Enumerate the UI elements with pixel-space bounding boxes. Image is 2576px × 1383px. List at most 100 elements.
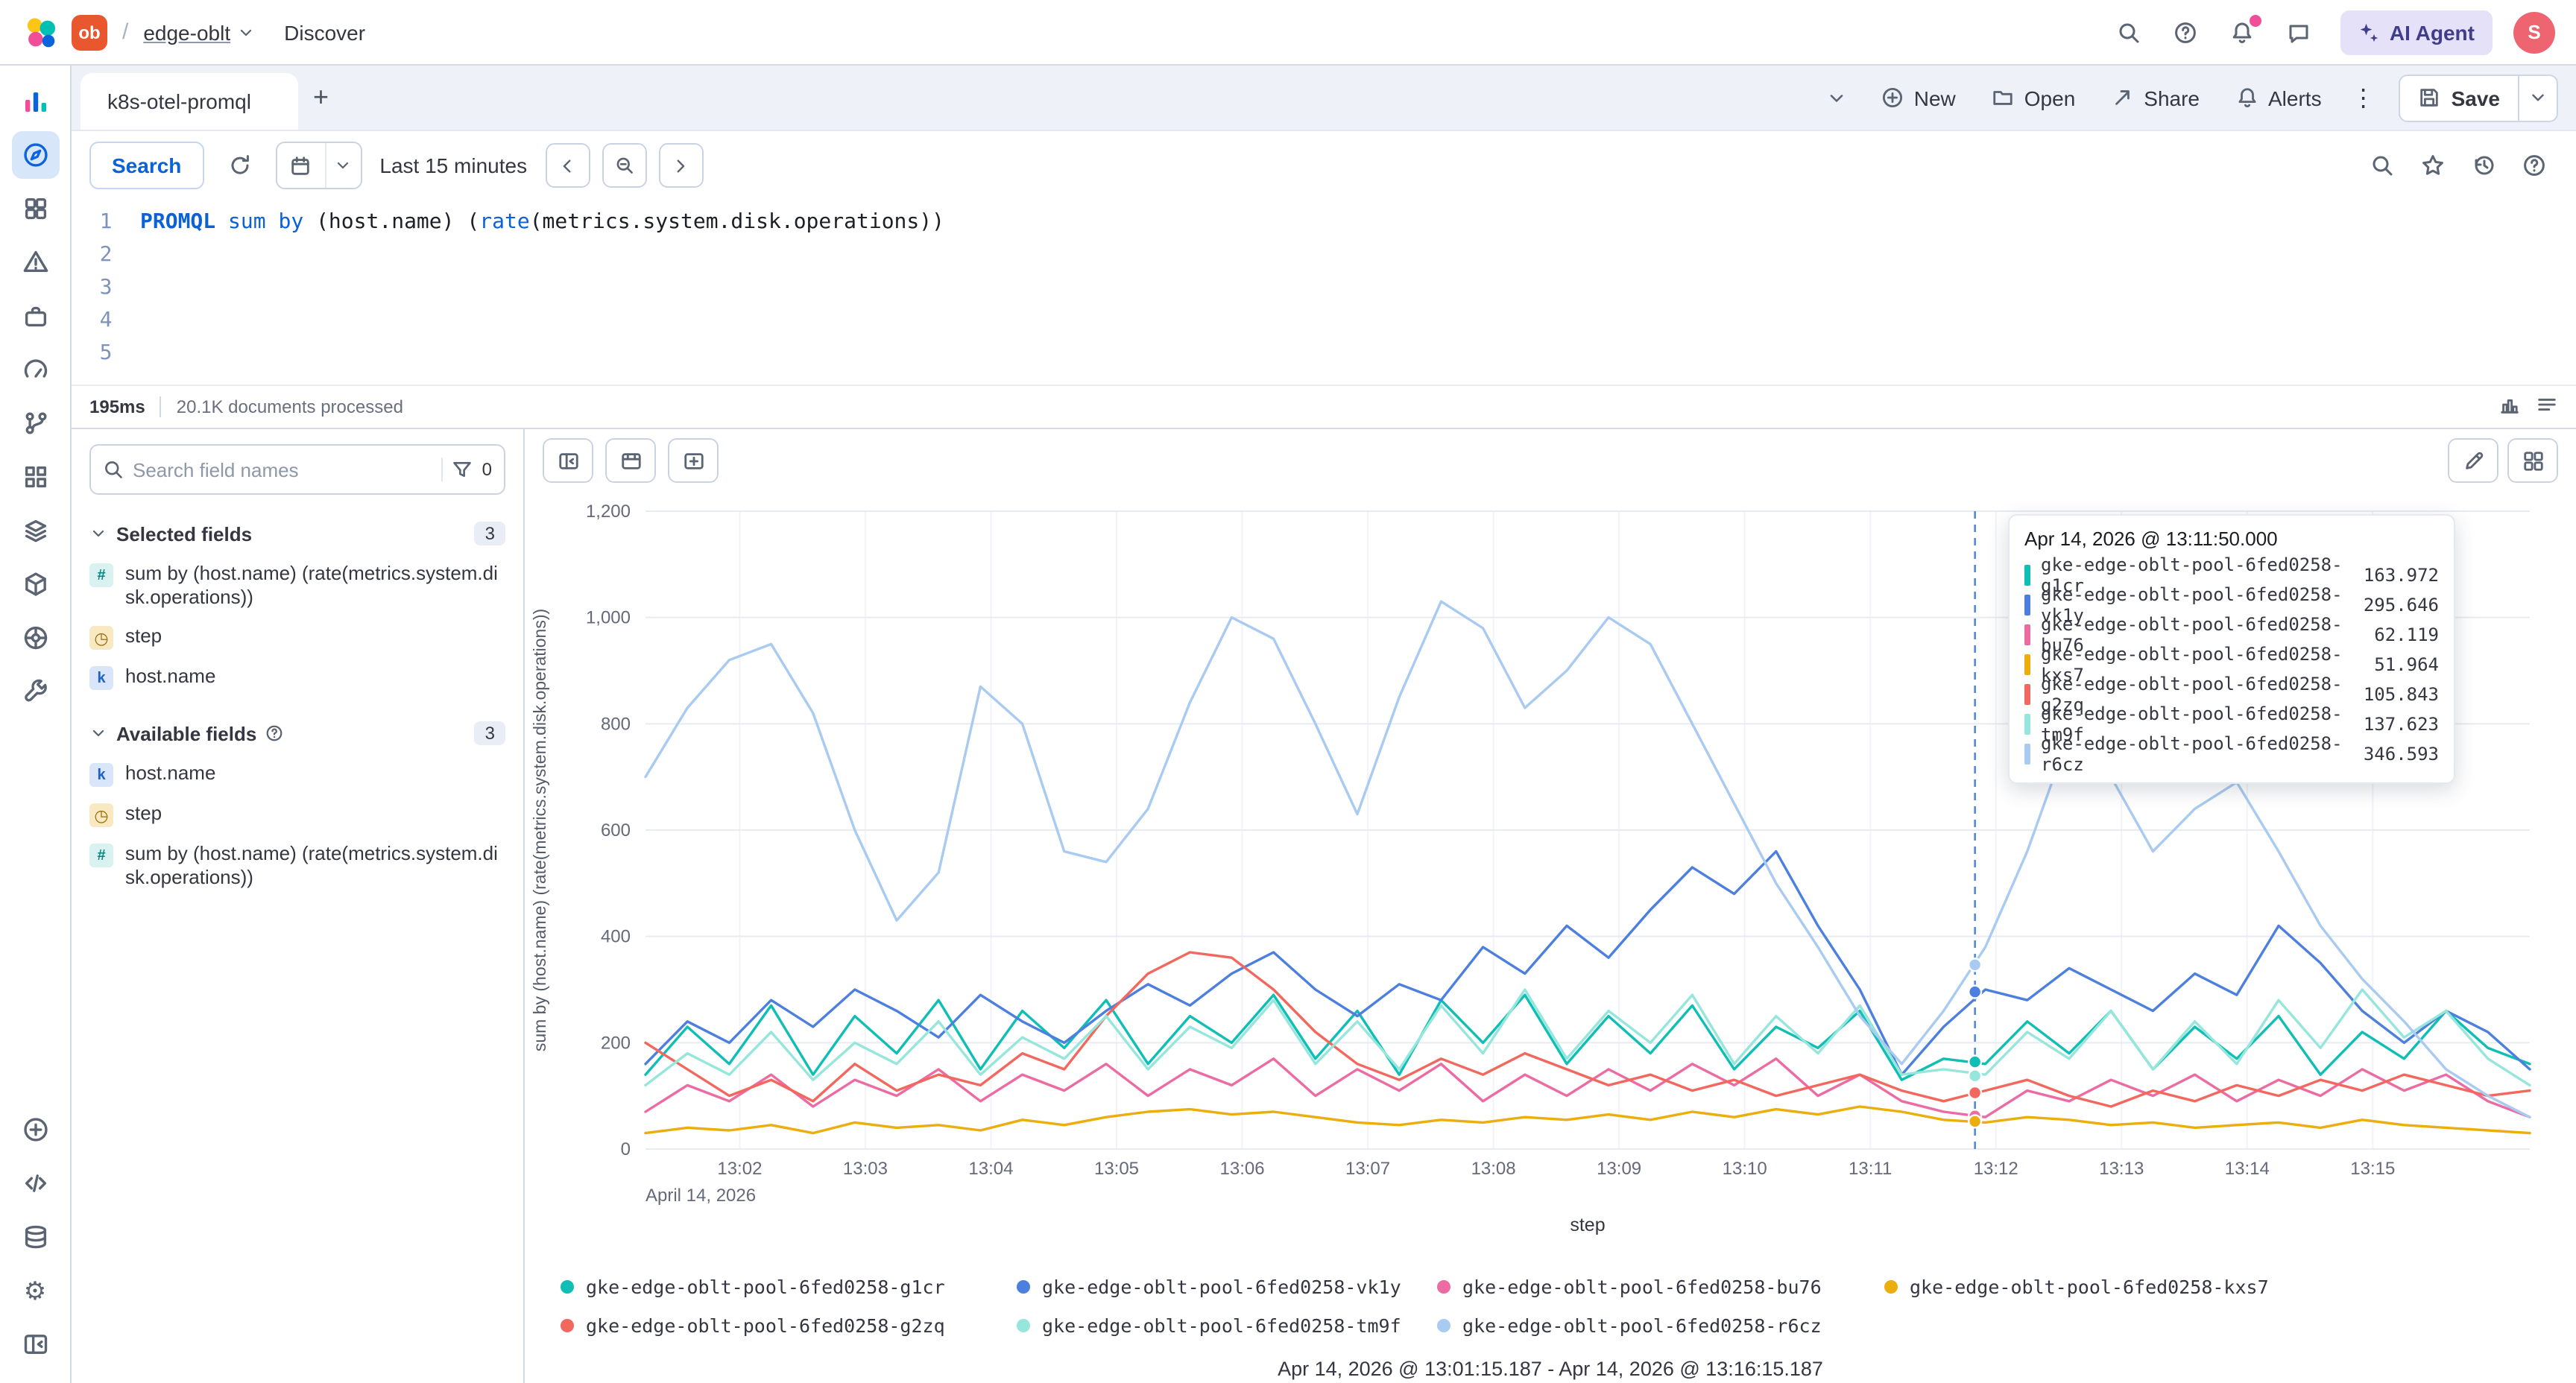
- legend-item[interactable]: gke-edge-oblt-pool-6fed0258-g1cr: [561, 1276, 1017, 1298]
- star-icon[interactable]: [2409, 142, 2457, 189]
- time-range-label[interactable]: Last 15 minutes: [373, 154, 533, 177]
- field-name: step: [125, 802, 162, 826]
- dashboards-icon[interactable]: [11, 185, 59, 232]
- svg-text:13:08: 13:08: [1471, 1159, 1516, 1179]
- share-button[interactable]: Share: [2096, 74, 2214, 121]
- edit-visualization-icon[interactable]: [2448, 438, 2498, 483]
- time-range-footer: Apr 14, 2026 @ 13:01:15.187 - Apr 14, 20…: [525, 1358, 2576, 1380]
- time-forward-icon[interactable]: [658, 143, 703, 188]
- date-picker-caret-icon[interactable]: [324, 143, 360, 188]
- project-name: edge-oblt: [143, 20, 230, 44]
- histogram-options-icon[interactable]: [605, 438, 656, 483]
- tab-bar-actions: New Open Share Alerts ⋮: [1813, 74, 2558, 121]
- hide-fields-panel-icon[interactable]: [543, 438, 593, 483]
- field-item[interactable]: sum by (host.name) (rate(metrics.system.…: [72, 554, 523, 617]
- project-breadcrumb[interactable]: edge-oblt: [143, 20, 254, 44]
- new-button[interactable]: New: [1866, 74, 1971, 121]
- help-icon[interactable]: [2162, 8, 2209, 56]
- dev-wrench-icon[interactable]: [11, 668, 59, 715]
- elastic-logo[interactable]: [24, 16, 57, 48]
- share-icon: [2111, 86, 2133, 109]
- apm-icon[interactable]: [11, 399, 59, 447]
- field-item[interactable]: sum by (host.name) (rate(metrics.system.…: [72, 835, 523, 897]
- toggle-histogram-icon[interactable]: [2498, 393, 2521, 420]
- query-text[interactable]: PROMQL sum by (host.name) (rate(metrics.…: [140, 206, 2576, 384]
- save-button[interactable]: Save: [2401, 75, 2518, 120]
- filter-icon[interactable]: [452, 459, 473, 480]
- field-name: sum by (host.name) (rate(metrics.system.…: [125, 562, 505, 610]
- ai-agent-button[interactable]: AI Agent: [2340, 10, 2493, 54]
- field-search-input[interactable]: [133, 458, 433, 481]
- machine-learning-icon[interactable]: [11, 614, 59, 662]
- top-nav-right: AI Agent S: [2105, 8, 2555, 56]
- bell-icon: [2235, 86, 2258, 109]
- series-swatch: [2024, 744, 2030, 765]
- new-tab-button[interactable]: +: [313, 82, 329, 113]
- selected-fields-header[interactable]: Selected fields 3: [72, 510, 523, 554]
- status-divider: [160, 396, 162, 417]
- editor-menu-icon[interactable]: [2536, 393, 2558, 420]
- user-avatar[interactable]: S: [2513, 11, 2555, 53]
- refresh-icon[interactable]: [215, 142, 263, 189]
- more-options-icon[interactable]: ⋮: [2343, 83, 2384, 113]
- legend-item[interactable]: gke-edge-oblt-pool-6fed0258-r6cz: [1437, 1314, 1884, 1337]
- settings-icon[interactable]: ⚙: [11, 1267, 59, 1314]
- field-item[interactable]: step: [72, 617, 523, 657]
- add-data-icon[interactable]: [11, 1106, 59, 1153]
- legend-item[interactable]: gke-edge-oblt-pool-6fed0258-g2zq: [561, 1314, 1017, 1337]
- legend-item[interactable]: gke-edge-oblt-pool-6fed0258-tm9f: [1017, 1314, 1437, 1337]
- time-back-icon[interactable]: [545, 143, 590, 188]
- space-badge[interactable]: ob: [72, 14, 107, 50]
- slos-icon[interactable]: [11, 346, 59, 393]
- folder-icon: [1992, 86, 2014, 109]
- stack-management-icon[interactable]: [11, 1213, 59, 1261]
- svg-text:13:05: 13:05: [1094, 1159, 1139, 1179]
- legend-dot: [1437, 1280, 1450, 1294]
- editor-help-icon[interactable]: [2510, 142, 2558, 189]
- notification-dot: [2250, 14, 2261, 26]
- query-history-icon[interactable]: [2460, 142, 2507, 189]
- documents-processed: 20.1K documents processed: [177, 396, 403, 417]
- infrastructure-icon[interactable]: [11, 560, 59, 608]
- open-button[interactable]: Open: [1977, 74, 2091, 121]
- alerts-button[interactable]: Alerts: [2220, 74, 2337, 121]
- available-fields-header[interactable]: Available fields 3: [72, 709, 523, 754]
- time-zoom-icon[interactable]: [602, 143, 646, 188]
- visualization-settings-icon[interactable]: [2507, 438, 2558, 483]
- tab-options-icon[interactable]: [1813, 74, 1860, 121]
- legend-item[interactable]: gke-edge-oblt-pool-6fed0258-kxs7: [1884, 1276, 2576, 1298]
- filter-count: 0: [482, 459, 492, 480]
- save-options-icon[interactable]: [2518, 75, 2557, 120]
- run-query-button[interactable]: Search: [89, 142, 203, 189]
- esql-editor[interactable]: 1 2 3 4 5 PROMQL sum by (host.name) (rat…: [72, 200, 2576, 384]
- dev-tools-icon[interactable]: [11, 1159, 59, 1207]
- nav-rail: ⚙: [0, 66, 72, 1383]
- feedback-icon[interactable]: [2275, 8, 2323, 56]
- svg-text:0: 0: [621, 1139, 631, 1159]
- field-item[interactable]: host.name: [72, 657, 523, 697]
- legend-dot: [1884, 1280, 1898, 1294]
- inventory-icon[interactable]: [11, 507, 59, 554]
- chart-panel: 02004006008001,0001,20013:0213:0313:0413…: [525, 429, 2576, 1383]
- discover-icon[interactable]: [11, 131, 59, 179]
- legend-item[interactable]: gke-edge-oblt-pool-6fed0258-bu76: [1437, 1276, 1884, 1298]
- cases-icon[interactable]: [11, 292, 59, 340]
- collapse-nav-icon[interactable]: [11, 1320, 59, 1368]
- field-item[interactable]: host.name: [72, 754, 523, 794]
- services-icon[interactable]: [11, 453, 59, 501]
- svg-text:13:10: 13:10: [1723, 1159, 1767, 1179]
- svg-text:step: step: [1570, 1215, 1605, 1235]
- number-field-icon: [89, 844, 113, 867]
- global-search-icon[interactable]: [2105, 8, 2153, 56]
- tab-k8s-otel-promql[interactable]: k8s-otel-promql: [80, 73, 298, 130]
- field-item[interactable]: step: [72, 794, 523, 835]
- analytics-icon[interactable]: [11, 77, 59, 125]
- search-sessions-icon[interactable]: [2358, 142, 2406, 189]
- alerts-icon[interactable]: [11, 238, 59, 286]
- legend-item[interactable]: gke-edge-oblt-pool-6fed0258-vk1y: [1017, 1276, 1437, 1298]
- selected-fields-count: 3: [475, 522, 505, 545]
- notifications-icon[interactable]: [2218, 8, 2266, 56]
- breakdown-field-icon[interactable]: [668, 438, 719, 483]
- calendar-icon[interactable]: [277, 143, 324, 188]
- series-swatch: [2024, 565, 2030, 586]
